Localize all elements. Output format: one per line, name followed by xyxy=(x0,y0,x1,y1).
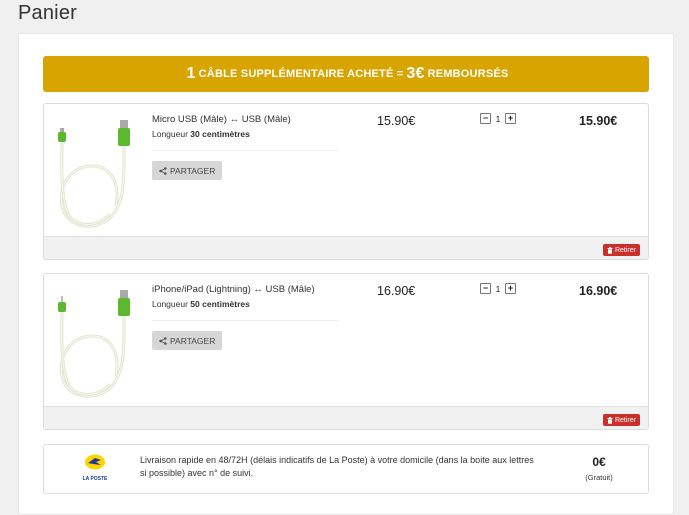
item-total: 16.90€ xyxy=(579,284,618,298)
trash-icon xyxy=(607,246,613,254)
item-length: Longueur 30 centimètres xyxy=(152,129,250,139)
cart-panel: 1 CÂBLE SUPPLÉMENTAIRE ACHETÉ = 3€ REMBO… xyxy=(18,33,674,515)
laposte-bird-icon xyxy=(85,454,105,470)
increase-button[interactable]: + xyxy=(505,113,516,124)
item-length-label: Longueur xyxy=(152,129,188,139)
cart-item: Micro USB (Mâle) ↔ USB (Mâle) Longueur 3… xyxy=(43,103,649,260)
item-length-label: Longueur xyxy=(152,299,188,309)
cart-item: iPhone/iPad (Lightning) ↔ USB (Mâle) Lon… xyxy=(43,273,649,430)
share-icon xyxy=(159,166,167,175)
share-button[interactable]: PARTAGER xyxy=(152,161,223,180)
remove-button-label: Retirer xyxy=(614,246,636,254)
item-length: Longueur 50 centimètres xyxy=(152,299,250,309)
item-name: iPhone/iPad (Lightning) ↔ USB (Mâle) xyxy=(152,284,315,295)
usb-cable-icon xyxy=(58,120,130,228)
item-price: 16.90€ xyxy=(377,284,416,298)
quantity-value: 1 xyxy=(495,283,501,294)
share-button-label: PARTAGER xyxy=(170,165,216,176)
laposte-logo-text: LA POSTE xyxy=(82,476,108,482)
item-divider xyxy=(152,150,338,151)
delivery-price-note: (Gratuit) xyxy=(585,473,613,482)
item-divider xyxy=(152,320,338,321)
quantity-value: 1 xyxy=(495,113,501,124)
remove-button[interactable]: Retirer xyxy=(602,244,640,256)
delivery-row: LA POSTE Livraison rapide en 48/72H (dél… xyxy=(43,444,649,494)
quantity-stepper: − 1 + xyxy=(480,113,516,124)
share-button-label: PARTAGER xyxy=(170,335,216,346)
item-name: Micro USB (Mâle) ↔ USB (Mâle) xyxy=(152,114,291,125)
page-title: Panier xyxy=(18,2,78,24)
decrease-button[interactable]: − xyxy=(480,113,491,124)
item-price: 15.90€ xyxy=(377,114,416,128)
usb-cable-icon xyxy=(58,290,130,398)
increase-button[interactable]: + xyxy=(505,283,516,294)
item-total: 15.90€ xyxy=(579,114,618,128)
promo-amount: 3€ xyxy=(406,65,425,82)
share-button[interactable]: PARTAGER xyxy=(152,331,223,350)
item-length-value: 30 centimètres xyxy=(190,129,250,139)
promo-text: CÂBLE SUPPLÉMENTAIRE ACHETÉ = xyxy=(198,68,404,80)
delivery-description: Livraison rapide en 48/72H (délais indic… xyxy=(140,455,534,478)
delivery-price: 0€ xyxy=(592,455,606,469)
item-length-value: 50 centimètres xyxy=(190,299,250,309)
remove-button-label: Retirer xyxy=(614,416,636,424)
trash-icon xyxy=(607,416,613,424)
item-footer: Retirer xyxy=(44,406,648,429)
promo-number: 1 xyxy=(186,65,196,82)
remove-button[interactable]: Retirer xyxy=(602,414,640,426)
quantity-stepper: − 1 + xyxy=(480,283,516,294)
laposte-logo: LA POSTE xyxy=(78,454,112,484)
promo-banner: 1 CÂBLE SUPPLÉMENTAIRE ACHETÉ = 3€ REMBO… xyxy=(43,56,649,92)
promo-suffix: REMBOURSÉS xyxy=(427,68,509,80)
decrease-button[interactable]: − xyxy=(480,283,491,294)
share-icon xyxy=(159,336,167,345)
item-footer: Retirer xyxy=(44,236,648,259)
